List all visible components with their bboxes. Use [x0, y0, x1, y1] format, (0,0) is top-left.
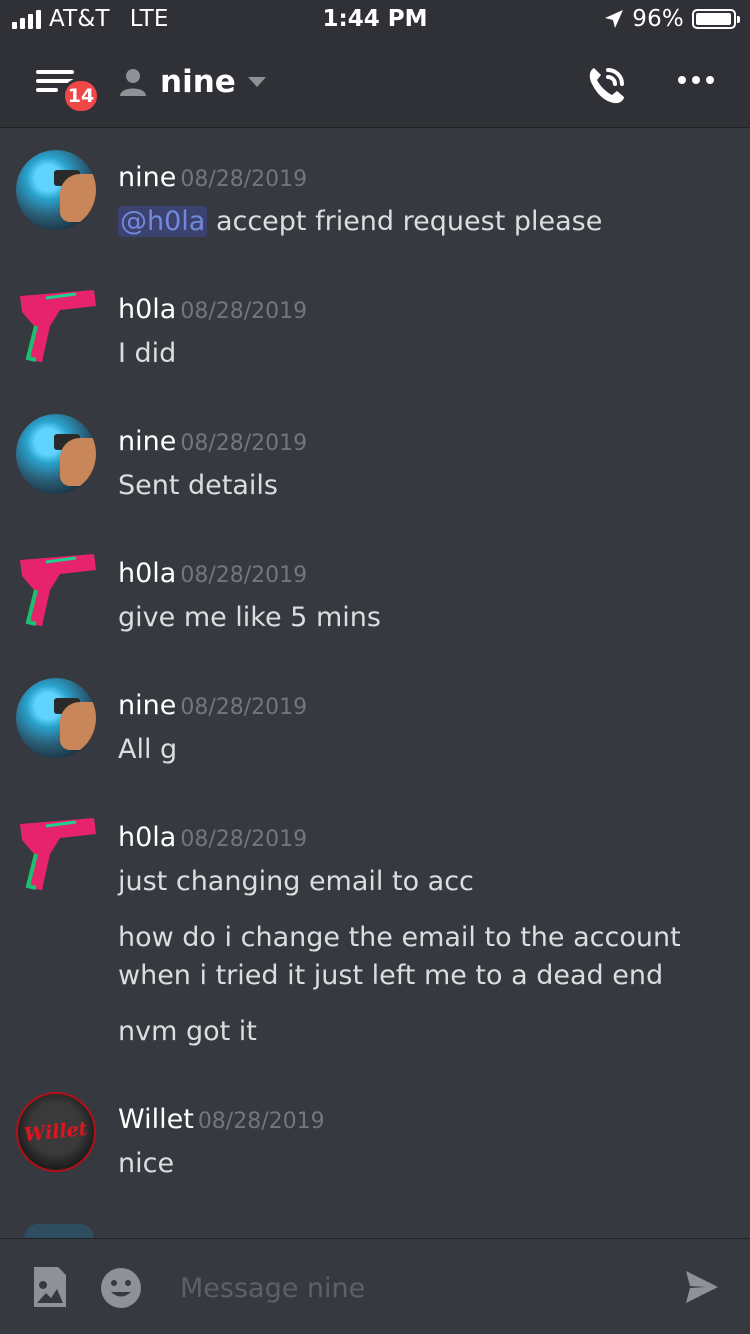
message-timestamp: 08/28/2019	[180, 695, 308, 720]
message-timestamp: 08/28/2019	[180, 827, 308, 852]
avatar-logo-text: Willet	[23, 1117, 89, 1147]
message-text: just changing email to acc	[118, 866, 474, 897]
send-icon[interactable]	[684, 1269, 720, 1305]
message-timestamp: 08/28/2019	[180, 167, 308, 192]
message-text: give me like 5 mins	[118, 602, 381, 633]
message-input[interactable]	[178, 1265, 662, 1311]
message-author[interactable]: nine	[118, 162, 176, 193]
message-composer	[0, 1238, 750, 1334]
message-text: how do i change the email to the account…	[118, 922, 681, 991]
message-text: Sent details	[118, 470, 278, 501]
status-bar: AT&T LTE 1:44 PM 96%	[0, 0, 750, 42]
emoji-icon[interactable]	[100, 1267, 142, 1309]
message-text: nice	[118, 1148, 175, 1179]
message-author[interactable]: Willet	[118, 1104, 194, 1135]
message-text: nvm got it	[118, 1016, 257, 1047]
battery-percent: 96%	[632, 6, 684, 32]
message-author[interactable]: h0la	[118, 294, 176, 325]
message-text: I did	[118, 338, 177, 369]
message-timestamp: 08/28/2019	[180, 563, 308, 588]
partial-avatar	[24, 1224, 94, 1238]
avatar-nine[interactable]	[16, 150, 96, 230]
caret-down-icon	[247, 77, 266, 87]
message-timestamp: 08/28/2019	[180, 431, 308, 456]
channel-name: nine	[160, 64, 236, 100]
avatar-nine[interactable]	[16, 414, 96, 494]
message-timestamp: 08/28/2019	[180, 299, 308, 324]
more-icon[interactable]	[678, 76, 714, 84]
avatar-h0la[interactable]	[16, 546, 96, 626]
message-text: All g	[118, 734, 178, 765]
message-timestamp: 08/28/2019	[197, 1109, 325, 1134]
person-icon	[120, 69, 146, 96]
avatar-nine[interactable]	[16, 678, 96, 758]
message-author[interactable]: nine	[118, 690, 176, 721]
channel-title[interactable]: nine	[118, 64, 266, 100]
message-text: @h0la accept friend request please	[118, 206, 603, 237]
avatar-h0la[interactable]	[16, 810, 96, 890]
message-author[interactable]: h0la	[118, 558, 176, 589]
battery-icon	[692, 9, 740, 29]
call-icon[interactable]	[586, 64, 628, 106]
avatar-willet[interactable]: Willet	[16, 1092, 96, 1172]
location-arrow-icon	[605, 10, 624, 28]
user-mention[interactable]: @h0la	[118, 206, 208, 237]
avatar-h0la[interactable]	[16, 282, 96, 362]
message-author[interactable]: nine	[118, 426, 176, 457]
message-author[interactable]: h0la	[118, 822, 176, 853]
channel-header: 14 nine	[0, 42, 750, 128]
image-upload-icon[interactable]	[32, 1265, 68, 1309]
unread-badge: 14	[62, 78, 100, 114]
